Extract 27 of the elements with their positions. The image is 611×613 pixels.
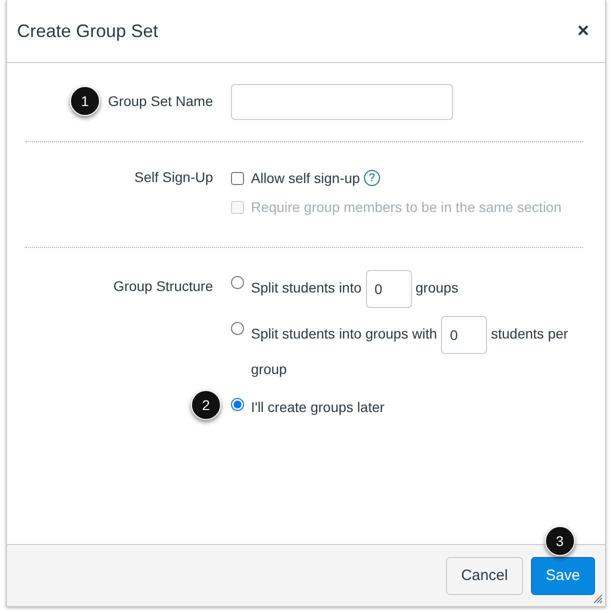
close-button[interactable]: × (571, 18, 595, 44)
resize-grip-icon[interactable] (593, 594, 603, 604)
dialog-title: Create Group Set (17, 20, 158, 42)
option-label: students per (491, 326, 568, 342)
save-button[interactable]: Save (530, 556, 595, 594)
checkbox-label: Require group members to be in the same section (251, 199, 562, 215)
cancel-button[interactable]: Cancel (446, 556, 523, 594)
number-field[interactable]: 0 (366, 270, 412, 308)
callout-badge: 1 (70, 86, 100, 116)
option-label: Split students into groups with (251, 326, 437, 342)
input-field[interactable] (231, 84, 453, 120)
field-label: Self Sign-Up (134, 169, 213, 185)
radio-button[interactable] (231, 398, 244, 411)
option-label: groups (416, 280, 458, 296)
callout-badge: 2 (191, 390, 221, 420)
callout-badge: 3 (544, 526, 575, 556)
option-label: group (251, 360, 287, 379)
option-label: Split students into (251, 280, 362, 296)
field-label: Group Set Name (108, 93, 213, 109)
option-label: I'll create groups later (251, 399, 384, 415)
radio-button[interactable] (231, 322, 244, 335)
checkbox[interactable] (231, 172, 244, 184)
number-field[interactable]: 0 (441, 316, 487, 354)
radio-button[interactable] (231, 276, 244, 289)
field-label: Group Structure (113, 278, 213, 294)
help-icon[interactable]: ? (364, 170, 380, 186)
checkbox-label: Allow self sign-up (251, 170, 360, 186)
